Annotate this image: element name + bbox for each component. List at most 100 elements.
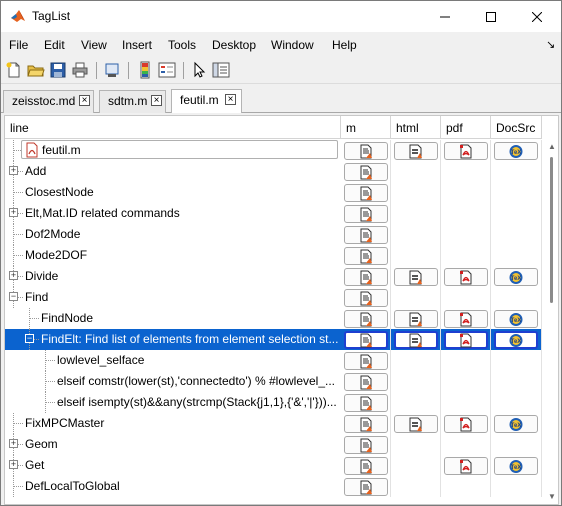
tab-sdtm[interactable]: sdtm.m × xyxy=(99,90,166,113)
close-tab-icon[interactable]: × xyxy=(79,95,90,106)
m-file-button[interactable] xyxy=(344,457,388,475)
close-tab-icon[interactable]: × xyxy=(151,95,162,106)
pdf-file-icon xyxy=(460,312,472,326)
print-icon[interactable] xyxy=(71,61,89,79)
column-header-m[interactable]: m xyxy=(341,116,391,139)
m-file-button[interactable] xyxy=(344,268,388,286)
html-button[interactable] xyxy=(394,268,438,286)
expand-icon[interactable]: + xyxy=(9,166,18,175)
docsrc-button[interactable]: TeX xyxy=(494,310,538,328)
menu-help[interactable]: Help xyxy=(332,37,357,53)
property-editor-icon[interactable] xyxy=(212,61,230,79)
docsrc-button[interactable]: TeX xyxy=(494,415,538,433)
html-button[interactable] xyxy=(394,310,438,328)
pointer-icon[interactable] xyxy=(190,61,208,79)
m-file-icon xyxy=(360,417,372,431)
tree-row[interactable]: FixMPCMaster TeX xyxy=(5,413,542,434)
open-folder-icon[interactable] xyxy=(27,61,45,79)
vertical-scrollbar[interactable]: ▲ ▼ xyxy=(545,140,558,504)
pdf-button[interactable] xyxy=(444,457,488,475)
scroll-up-icon[interactable]: ▲ xyxy=(548,142,556,151)
m-file-button[interactable] xyxy=(344,394,388,412)
tree-row[interactable]: − FindElt: Find list of elements from ele… xyxy=(5,329,542,350)
scroll-down-icon[interactable]: ▼ xyxy=(548,492,556,501)
menu-desktop[interactable]: Desktop xyxy=(212,37,256,53)
tree-row[interactable]: + Divide TeX xyxy=(5,266,542,287)
pdf-button[interactable] xyxy=(444,415,488,433)
m-file-button[interactable] xyxy=(344,352,388,370)
m-file-button[interactable] xyxy=(344,478,388,496)
m-file-button[interactable] xyxy=(344,310,388,328)
tree-row[interactable]: Dof2Mode xyxy=(5,224,542,245)
tree-row[interactable]: elseif comstr(lower(st),'connectedto') %… xyxy=(5,371,542,392)
tree-row[interactable]: Mode2DOF xyxy=(5,245,542,266)
expand-icon[interactable]: + xyxy=(9,208,18,217)
tab-feutil[interactable]: feutil.m × xyxy=(171,89,242,113)
html-button[interactable] xyxy=(394,142,438,160)
m-file-button[interactable] xyxy=(344,226,388,244)
save-icon[interactable] xyxy=(49,61,67,79)
menu-file[interactable]: File xyxy=(9,37,28,53)
tree-row[interactable]: DefLocalToGlobal xyxy=(5,476,542,497)
tree-row[interactable]: + Add xyxy=(5,161,542,182)
docsrc-button[interactable]: TeX xyxy=(494,268,538,286)
column-header-html[interactable]: html xyxy=(391,116,441,139)
column-header-pdf[interactable]: pdf xyxy=(441,116,491,139)
close-button[interactable] xyxy=(514,1,560,32)
pdf-button[interactable] xyxy=(444,142,488,160)
column-header-docsrc[interactable]: DocSrc xyxy=(491,116,542,139)
new-file-icon[interactable] xyxy=(5,61,23,79)
docsrc-button[interactable]: TeX xyxy=(494,457,538,475)
m-file-button[interactable] xyxy=(344,289,388,307)
collapse-icon[interactable]: − xyxy=(9,292,18,301)
collapse-icon[interactable]: − xyxy=(25,334,34,343)
menu-insert[interactable]: Insert xyxy=(122,37,152,53)
m-file-button[interactable] xyxy=(344,205,388,223)
legend-icon[interactable] xyxy=(158,61,176,79)
tree-row[interactable]: feutil.m TeX xyxy=(5,140,542,161)
print-preview-icon[interactable] xyxy=(103,61,121,79)
docsrc-button[interactable]: TeX xyxy=(494,331,538,349)
m-file-button[interactable] xyxy=(344,184,388,202)
menu-window[interactable]: Window xyxy=(271,37,314,53)
tree-row[interactable]: lowlevel_selface xyxy=(5,350,542,371)
expand-icon[interactable]: + xyxy=(9,460,18,469)
m-file-button[interactable] xyxy=(344,163,388,181)
tag-table: line m html pdf DocSrc feutil.m TeX + Add Cl… xyxy=(4,115,559,505)
tree-row[interactable]: ClosestNode xyxy=(5,182,542,203)
pdf-button[interactable] xyxy=(444,310,488,328)
m-file-button[interactable] xyxy=(344,331,388,349)
minimize-button[interactable] xyxy=(422,1,468,32)
table-cell xyxy=(341,182,391,203)
expand-icon[interactable]: + xyxy=(9,271,18,280)
expand-icon[interactable]: + xyxy=(9,439,18,448)
scroll-thumb[interactable] xyxy=(550,157,553,303)
tab-zeisstoc[interactable]: zeisstoc.md × xyxy=(3,90,94,113)
tree-row[interactable]: FindNode TeX xyxy=(5,308,542,329)
tree-row[interactable]: + Elt,Mat.ID related commands xyxy=(5,203,542,224)
close-tab-icon[interactable]: × xyxy=(225,94,236,105)
pdf-button[interactable] xyxy=(444,331,488,349)
menu-tools[interactable]: Tools xyxy=(168,37,196,53)
maximize-icon xyxy=(486,11,496,22)
menu-view[interactable]: View xyxy=(81,37,107,53)
docsrc-button[interactable]: TeX xyxy=(494,142,538,160)
m-file-button[interactable] xyxy=(344,436,388,454)
tree-row[interactable]: + Get TeX xyxy=(5,455,542,476)
m-file-button[interactable] xyxy=(344,247,388,265)
maximize-button[interactable] xyxy=(468,1,514,32)
menu-edit[interactable]: Edit xyxy=(44,37,65,53)
m-file-button[interactable] xyxy=(344,415,388,433)
html-button[interactable] xyxy=(394,415,438,433)
m-file-button[interactable] xyxy=(344,142,388,160)
pdf-button[interactable] xyxy=(444,268,488,286)
tree-row[interactable]: − Find xyxy=(5,287,542,308)
colorbar-icon[interactable] xyxy=(136,61,154,79)
source-file-icon xyxy=(26,142,38,158)
column-header-line[interactable]: line xyxy=(5,116,341,139)
tree-row[interactable]: elseif isempty(st)&&any(strcmp(Stack{j1,… xyxy=(5,392,542,413)
tree-row[interactable]: + Geom xyxy=(5,434,542,455)
undock-icon[interactable]: ↘ xyxy=(546,38,555,51)
m-file-button[interactable] xyxy=(344,373,388,391)
html-button[interactable] xyxy=(394,331,438,349)
